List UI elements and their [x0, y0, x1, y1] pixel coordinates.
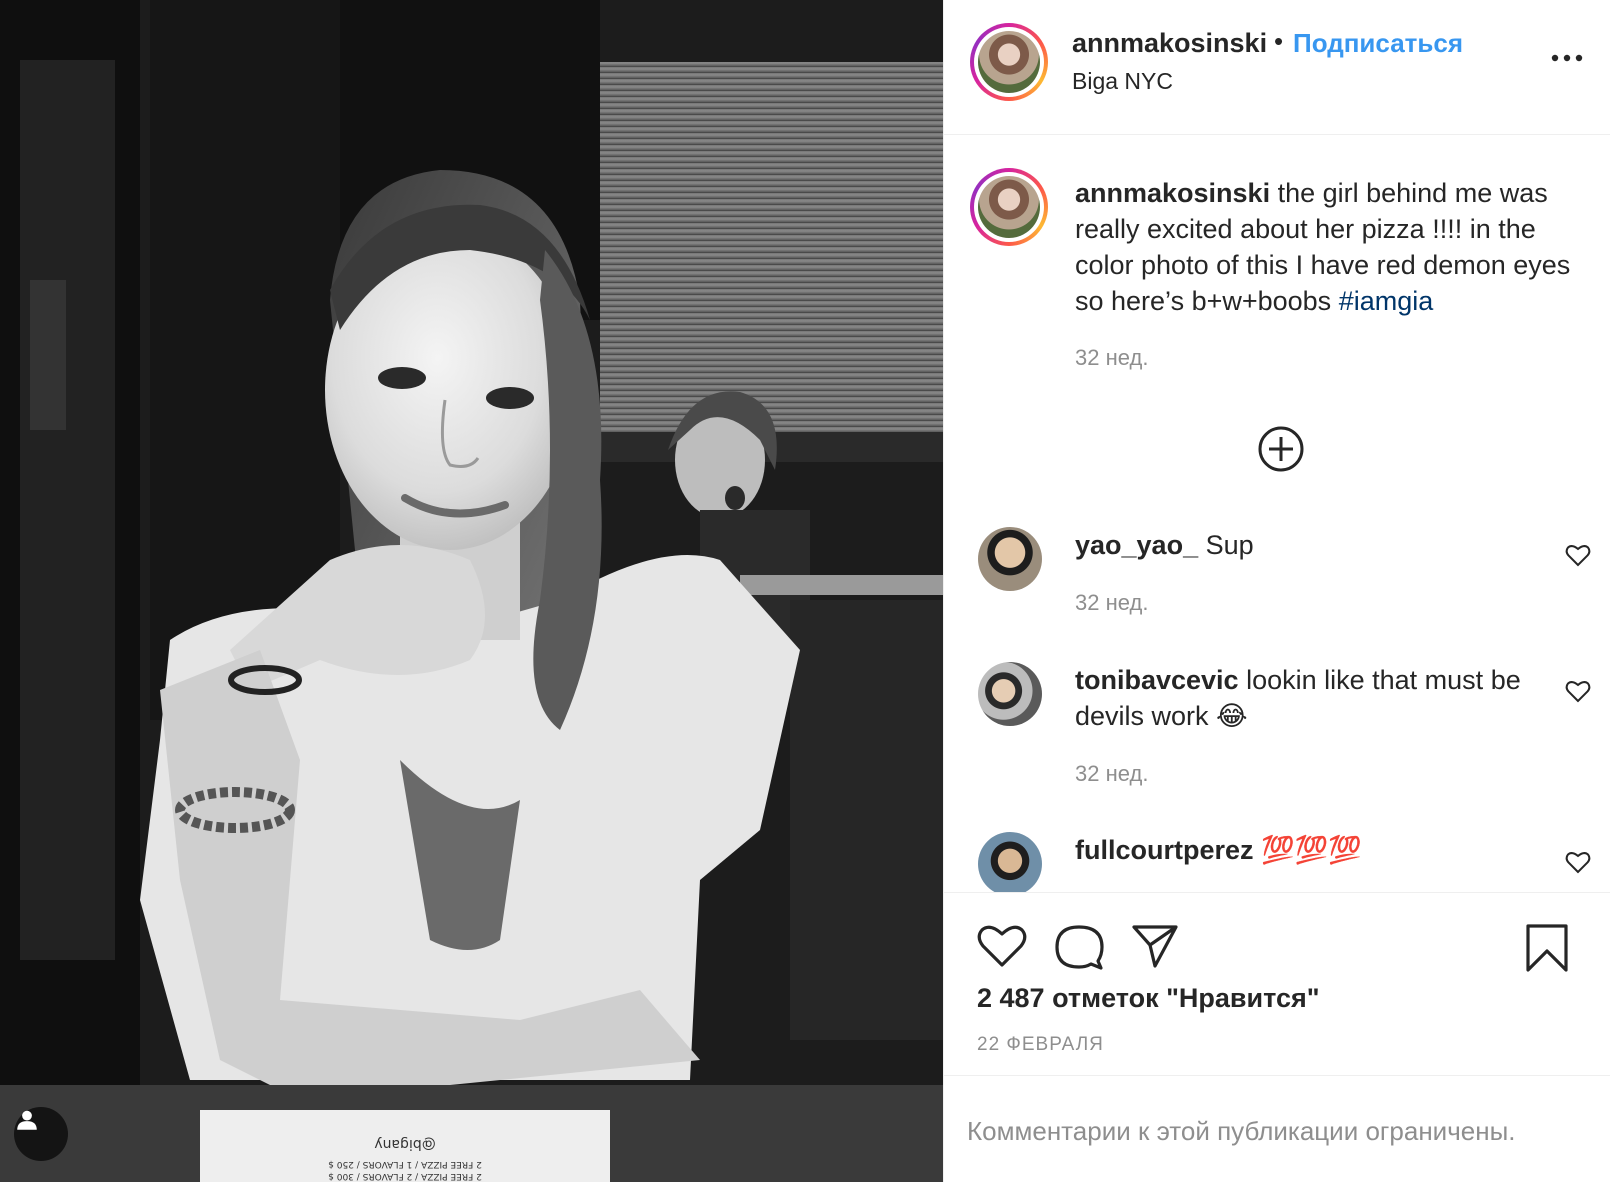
comment-username[interactable]: tonibavcevic [1075, 665, 1239, 695]
menu-text-3: 2 FREE PIZZA / 2 FLAVORS / 300 $ [328, 1171, 482, 1181]
commenter-avatar[interactable] [978, 662, 1042, 726]
caption-time[interactable]: 32 нед. [1075, 345, 1148, 371]
photo-illustration: @bigany 2 FREE PIZZA / 1 FLAVORS / 250 $… [0, 0, 943, 1182]
likes-count[interactable]: 2 487 отметок "Нравится" [977, 983, 1320, 1014]
comment-text: tonibavcevic lookin like that must be de… [1075, 662, 1575, 734]
caption-avatar[interactable] [970, 168, 1048, 246]
follow-button[interactable]: Подписаться [1293, 28, 1463, 59]
comment-text: fullcourtperez 💯💯💯 [1075, 832, 1575, 868]
comment-text: yao_yao_ Sup [1075, 527, 1575, 563]
commenter-avatar[interactable] [978, 527, 1042, 591]
hashtag-link[interactable]: #iamgia [1339, 286, 1434, 316]
post-sidebar: annmakosinski • Подписаться Biga NYC ann… [943, 0, 1610, 1182]
comment-icon[interactable] [1054, 923, 1104, 971]
comment-time[interactable]: 32 нед. [1075, 590, 1148, 616]
heart-icon[interactable] [1565, 850, 1591, 874]
location-link[interactable]: Biga NYC [1072, 68, 1173, 95]
commenter-avatar[interactable] [978, 832, 1042, 892]
caption-username[interactable]: annmakosinski [1075, 178, 1270, 208]
post-date[interactable]: 22 ФЕВРАЛЯ [977, 1034, 1104, 1056]
comment-time[interactable]: 32 нед. [1075, 761, 1148, 787]
post-photo[interactable]: @bigany 2 FREE PIZZA / 1 FLAVORS / 250 $… [0, 0, 943, 1182]
comment-username[interactable]: fullcourtperez [1075, 835, 1254, 865]
action-bar: 2 487 отметок "Нравится" 22 ФЕВРАЛЯ [944, 892, 1610, 1083]
heart-icon[interactable] [977, 923, 1027, 969]
separator-dot: • [1274, 26, 1284, 56]
share-icon[interactable] [1131, 923, 1179, 969]
bookmark-icon[interactable] [1525, 923, 1569, 973]
comment-username[interactable]: yao_yao_ [1075, 530, 1198, 560]
caption-text: annmakosinski the girl behind me was rea… [1075, 175, 1575, 319]
comment-body: Sup [1198, 530, 1254, 560]
restricted-text: Комментарии к этой публикации ограничены… [967, 1116, 1516, 1146]
person-tag-icon[interactable] [14, 1107, 68, 1161]
plus-circle-icon[interactable] [1257, 425, 1305, 473]
menu-text-2: 2 FREE PIZZA / 1 FLAVORS / 250 $ [328, 1159, 482, 1169]
post-header: annmakosinski • Подписаться Biga NYC [944, 0, 1610, 135]
comments-restricted-notice: Комментарии к этой публикации ограничены… [944, 1075, 1610, 1183]
menu-text-1: @bigany [374, 1136, 435, 1152]
comments-list[interactable]: annmakosinski the girl behind me was rea… [944, 135, 1610, 892]
heart-icon[interactable] [1565, 679, 1591, 703]
comment-body: 💯💯💯 [1253, 835, 1362, 865]
author-avatar[interactable] [970, 23, 1048, 101]
more-options-icon[interactable] [1550, 52, 1584, 64]
author-username[interactable]: annmakosinski [1072, 28, 1267, 59]
heart-icon[interactable] [1565, 543, 1591, 567]
